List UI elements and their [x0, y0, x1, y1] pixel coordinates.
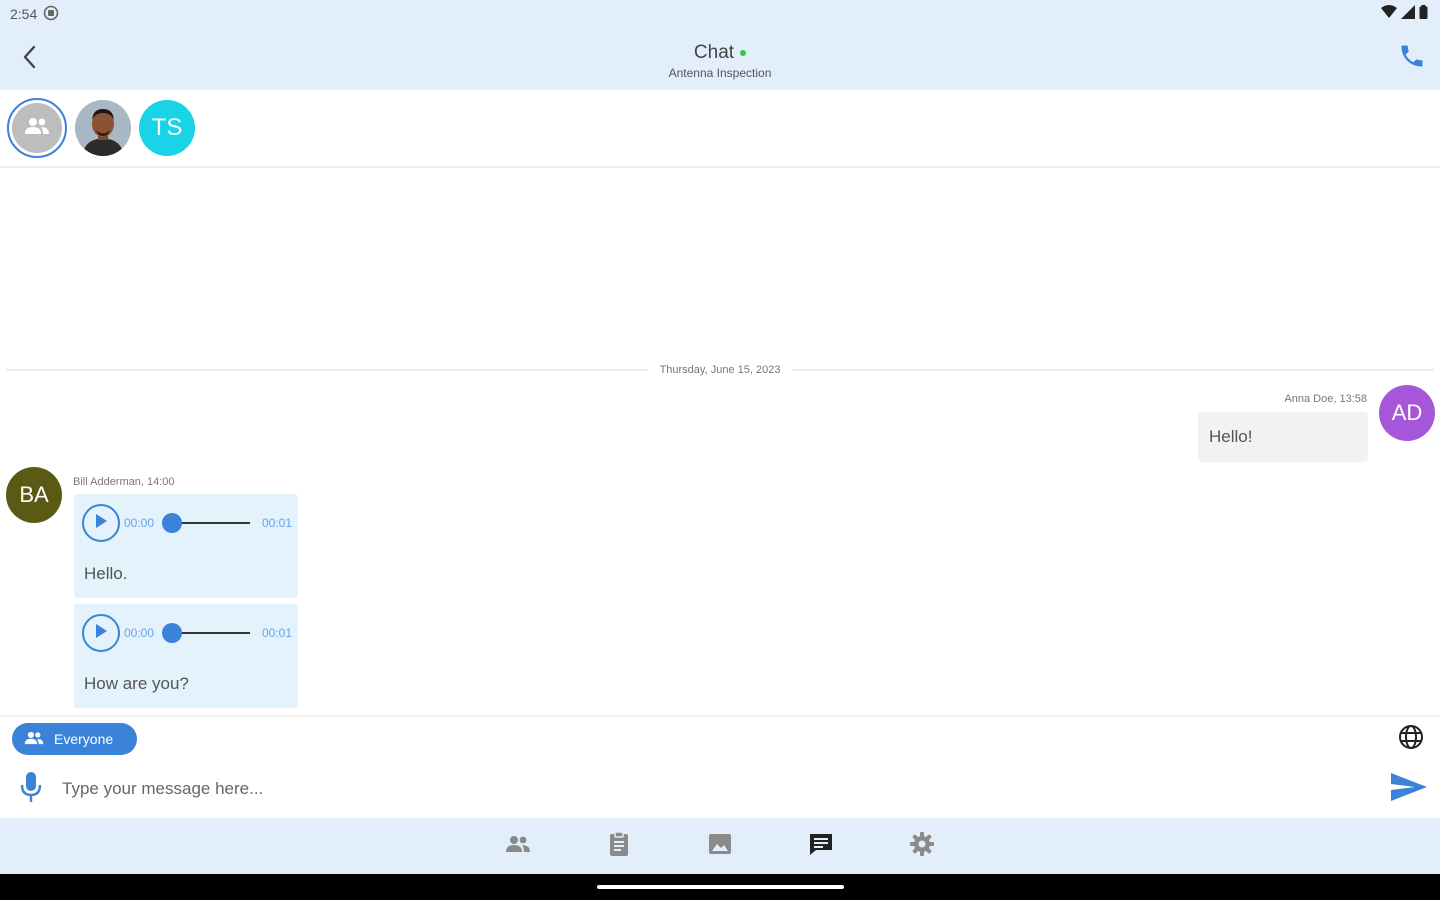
sender-avatar-ba-initials: BA: [19, 482, 49, 507]
composer-divider: [0, 715, 1440, 717]
incoming-message-meta: Bill Adderman, 14:00: [73, 476, 175, 488]
group-icon: [24, 117, 50, 140]
app-bar: Chat Antenna Inspection: [0, 28, 1440, 90]
battery-icon: [1419, 4, 1428, 24]
status-bar: 2:54: [0, 0, 1440, 28]
audio-progress-thumb[interactable]: [162, 623, 183, 643]
participant-ts-initials: TS: [151, 114, 183, 141]
status-time: 2:54: [10, 6, 38, 22]
people-icon: [24, 731, 44, 748]
audio-current-time: 00:00: [124, 516, 155, 530]
incoming-audio-message[interactable]: 00:00 00:01 How are you?: [74, 604, 298, 708]
audio-player: 00:00 00:01: [82, 614, 292, 652]
sender-avatar-ad[interactable]: AD: [1379, 385, 1435, 441]
nav-tab-settings[interactable]: [907, 831, 937, 861]
nav-tab-gallery[interactable]: [705, 831, 735, 861]
audio-duration: 00:01: [261, 516, 292, 530]
incoming-message-text: Hello.: [84, 564, 128, 583]
incoming-message-text: How are you?: [84, 674, 189, 693]
person-photo-icon: [75, 100, 131, 156]
nav-tab-participants[interactable]: [503, 831, 533, 861]
page-title-text: Chat: [693, 42, 735, 63]
gear-icon: [909, 831, 935, 862]
system-gesture-bar: [0, 874, 1440, 900]
page-title: Chat: [693, 42, 747, 64]
participant-group-avatar[interactable]: [7, 98, 67, 158]
incoming-audio-message[interactable]: 00:00 00:01 Hello.: [74, 494, 298, 598]
translate-button[interactable]: [1397, 724, 1425, 755]
participants-bar: TS: [0, 90, 1440, 168]
recipient-chip-everyone[interactable]: Everyone: [12, 723, 137, 755]
sender-avatar-ad-initials: AD: [1391, 400, 1423, 425]
signal-icon: [1401, 4, 1415, 24]
bottom-navigation: [0, 818, 1440, 874]
chat-icon: [808, 832, 834, 861]
nav-tab-tasks[interactable]: [604, 830, 634, 862]
online-status-dot: [740, 50, 747, 56]
audio-duration: 00:01: [261, 626, 292, 640]
outgoing-message-bubble[interactable]: Hello!: [1198, 412, 1368, 462]
microphone-icon: [20, 771, 42, 808]
group-avatar-inner: [12, 103, 62, 153]
audio-player: 00:00 00:01: [82, 504, 292, 542]
status-left: 2:54: [10, 5, 59, 24]
send-button[interactable]: [1388, 770, 1430, 808]
globe-icon: [1398, 724, 1424, 755]
notification-icon: [43, 5, 59, 24]
message-input[interactable]: [52, 770, 1372, 808]
play-icon: [94, 513, 108, 534]
participant-photo-avatar[interactable]: [75, 100, 131, 156]
page-subtitle: Antenna Inspection: [668, 66, 772, 80]
status-right: [1381, 4, 1428, 24]
date-separator-text: Thursday, June 15, 2023: [659, 364, 781, 376]
outgoing-message-text: Hello!: [1209, 427, 1253, 446]
date-separator: Thursday, June 15, 2023: [6, 362, 1435, 378]
audio-progress-slider[interactable]: [162, 623, 250, 643]
sender-avatar-ba[interactable]: BA: [6, 467, 62, 523]
date-separator-line-left: [6, 369, 648, 371]
outgoing-message-meta: Anna Doe, 13:58: [1284, 393, 1367, 405]
phone-icon: [1398, 42, 1426, 75]
recipient-chip-label: Everyone: [54, 731, 114, 747]
date-separator-line-right: [792, 369, 1435, 371]
audio-current-time: 00:00: [124, 626, 155, 640]
participant-ts-avatar[interactable]: TS: [139, 100, 195, 156]
call-button[interactable]: [1396, 42, 1428, 74]
people-icon: [505, 835, 531, 858]
clipboard-icon: [608, 830, 630, 862]
microphone-button[interactable]: [16, 771, 46, 808]
nav-tab-chat[interactable]: [806, 831, 836, 861]
play-icon: [94, 623, 108, 644]
play-button[interactable]: [82, 614, 120, 652]
play-button[interactable]: [82, 504, 120, 542]
audio-progress-slider[interactable]: [162, 513, 250, 533]
image-icon: [708, 833, 732, 860]
home-gesture-handle[interactable]: [597, 885, 844, 889]
wifi-icon: [1381, 4, 1397, 24]
send-icon: [1389, 771, 1429, 808]
audio-progress-thumb[interactable]: [162, 513, 183, 533]
title-wrap: Chat Antenna Inspection: [0, 42, 1440, 80]
